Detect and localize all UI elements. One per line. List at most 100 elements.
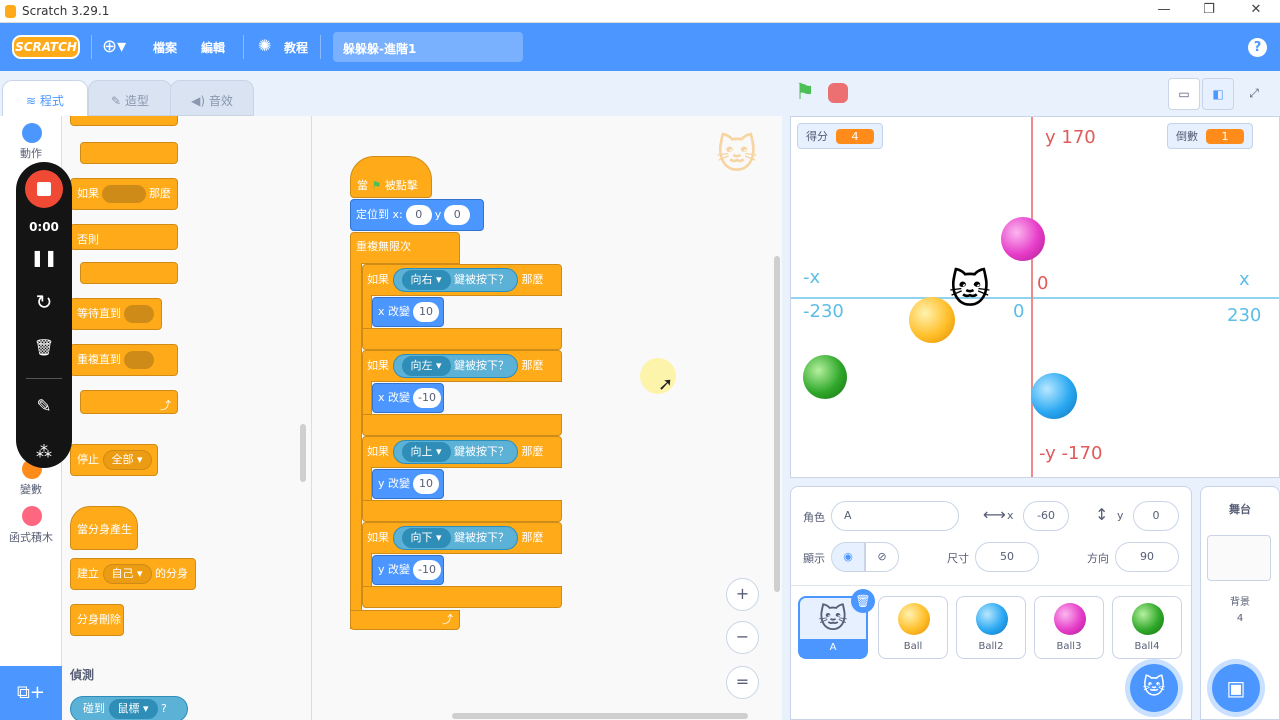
ball2-sprite[interactable] — [1031, 373, 1077, 419]
myblocks-category[interactable]: 函式積木 — [0, 529, 62, 545]
palette-scrollbar[interactable] — [300, 424, 306, 482]
myblocks-category-dot[interactable] — [22, 506, 42, 526]
edit-menu[interactable]: 編輯 — [201, 39, 225, 56]
close-icon[interactable]: ✕ — [1242, 2, 1270, 20]
variables-category[interactable]: 變數 — [0, 481, 62, 497]
ball4-sprite[interactable] — [803, 355, 847, 399]
goto-x-input[interactable]: 0 — [405, 205, 432, 225]
change-block[interactable]: y 改變 -10 — [372, 555, 444, 585]
large-stage-button[interactable]: ◧ — [1202, 78, 1234, 110]
size-input[interactable]: 50 — [975, 542, 1039, 572]
when-flag-clicked-block[interactable]: 當 ⚑ 被點擊 — [350, 156, 432, 198]
if-header[interactable]: 如果 向右 ▾ 鍵被按下？ 那麼 — [362, 264, 562, 296]
clone-dropdown[interactable]: 自己 ▾ — [102, 564, 152, 584]
key-dropdown[interactable]: 向右 ▾ — [401, 270, 451, 290]
change-block[interactable]: y 改變 10 — [372, 469, 444, 499]
motion-category-dot[interactable] — [22, 123, 42, 143]
forever-block[interactable]: 重複無限次 — [350, 232, 460, 264]
magic-wand-icon[interactable]: ⁂ — [16, 442, 72, 461]
language-globe-icon[interactable]: ⊕▾ — [102, 36, 126, 57]
sprite-tile-ball2[interactable]: Ball2 — [956, 596, 1026, 659]
wait-until-block[interactable]: 等待直到 — [70, 298, 162, 330]
touching-dropdown[interactable]: 鼠標 ▾ — [108, 699, 158, 719]
touching-block[interactable]: 碰到 鼠標 ▾ ? — [70, 696, 188, 720]
cat-sprite[interactable]: 🐱 — [949, 267, 991, 313]
help-icon[interactable]: ? — [1248, 38, 1267, 57]
zoom-out-button[interactable]: − — [726, 621, 759, 654]
change-value-input[interactable]: 10 — [413, 302, 440, 322]
delete-sprite-icon[interactable]: 🗑 — [851, 589, 875, 613]
block-fragment[interactable] — [80, 262, 178, 284]
sprite-x-input[interactable]: -60 — [1023, 501, 1069, 531]
sprite-name-input[interactable]: A — [831, 501, 959, 531]
key-pressed-sensor[interactable]: 向下 ▾ 鍵被按下？ — [392, 526, 519, 550]
create-clone-block[interactable]: 建立 自己 ▾ 的分身 — [70, 558, 196, 590]
tab-costumes[interactable]: ✎ 造型 — [88, 80, 172, 116]
key-pressed-sensor[interactable]: 向右 ▾ 鍵被按下？ — [392, 268, 519, 292]
key-dropdown[interactable]: 向上 ▾ — [401, 442, 451, 462]
restore-icon[interactable]: ❐ — [1195, 2, 1223, 20]
fullscreen-icon[interactable]: ⤢ — [1238, 78, 1270, 110]
key-pressed-sensor[interactable]: 向左 ▾ 鍵被按下？ — [392, 354, 519, 378]
stop-block[interactable]: 停止 全部 ▾ — [70, 444, 158, 476]
block-fragment[interactable] — [80, 142, 178, 164]
stop-record-button[interactable] — [25, 170, 63, 208]
stage-thumbnail[interactable] — [1207, 535, 1271, 581]
goto-y-input[interactable]: 0 — [444, 205, 471, 225]
restart-icon[interactable]: ↻ — [16, 290, 72, 314]
scratch-logo[interactable]: SCRATCH — [12, 35, 80, 59]
repeat-until-block[interactable]: 重複直到 — [70, 344, 178, 376]
tab-code[interactable]: ≋ 程式 — [2, 80, 88, 116]
key-dropdown[interactable]: 向左 ▾ — [401, 356, 451, 376]
hide-eye-icon[interactable]: ⊘ — [865, 542, 899, 572]
sprite-tile-ball4[interactable]: Ball4 — [1112, 596, 1182, 659]
trash-icon[interactable]: 🗑 — [16, 338, 72, 357]
add-sprite-button[interactable]: 🐱 — [1130, 664, 1178, 712]
script-vscrollbar[interactable] — [774, 256, 780, 592]
file-menu[interactable]: 檔案 — [153, 39, 177, 56]
tab-sounds[interactable]: ◀) 音效 — [170, 80, 254, 116]
window-title: Scratch 3.29.1 — [22, 4, 110, 18]
change-value-input[interactable]: 10 — [413, 474, 440, 494]
pause-icon[interactable]: ❚❚ — [16, 248, 72, 267]
stop-sign-button[interactable] — [828, 83, 848, 103]
change-block[interactable]: x 改變 10 — [372, 297, 444, 327]
ball3-sprite[interactable] — [1001, 217, 1045, 261]
script-hscrollbar[interactable] — [452, 713, 748, 719]
if-header[interactable]: 如果 向下 ▾ 鍵被按下？ 那麼 — [362, 522, 562, 554]
zoom-reset-button[interactable]: = — [726, 666, 759, 699]
block-fragment[interactable] — [70, 116, 178, 126]
key-pressed-sensor[interactable]: 向上 ▾ 鍵被按下？ — [392, 440, 519, 464]
green-flag-button[interactable]: ⚑ — [795, 80, 815, 105]
change-value-input[interactable]: -10 — [413, 388, 441, 408]
add-backdrop-button[interactable]: ▣ — [1212, 664, 1260, 712]
small-stage-button[interactable]: ▭ — [1168, 78, 1200, 110]
if-header[interactable]: 如果 向左 ▾ 鍵被按下？ 那麼 — [362, 350, 562, 382]
direction-input[interactable]: 90 — [1115, 542, 1179, 572]
sprite-y-input[interactable]: 0 — [1133, 501, 1179, 531]
motion-category[interactable]: 動作 — [0, 145, 62, 161]
change-value-input[interactable]: -10 — [413, 560, 441, 580]
stage[interactable]: y 170 -y -170 -x -230 x 230 0 0 得分 4 倒數 1 … — [790, 116, 1280, 478]
if-then-block[interactable]: 如果 那麼 — [70, 178, 178, 210]
x-label: x — [1007, 509, 1014, 522]
stop-dropdown[interactable]: 全部 ▾ — [102, 450, 152, 470]
forever-arm — [350, 263, 362, 629]
when-clone-block[interactable]: 當分身產生 — [70, 506, 138, 550]
tutorials-menu[interactable]: 教程 — [284, 39, 308, 56]
if-else-block[interactable]: 否則 — [70, 224, 178, 250]
lightbulb-icon[interactable]: ✺ — [258, 36, 271, 55]
sprite-tile-ball3[interactable]: Ball3 — [1034, 596, 1104, 659]
sprite-tile-ball[interactable]: Ball — [878, 596, 948, 659]
if-header[interactable]: 如果 向上 ▾ 鍵被按下？ 那麼 — [362, 436, 562, 468]
zoom-in-button[interactable]: + — [726, 578, 759, 611]
show-visible-icon[interactable]: ◉ — [831, 542, 865, 572]
key-dropdown[interactable]: 向下 ▾ — [401, 528, 451, 548]
goto-xy-block[interactable]: 定位到 x: 0 y 0 — [350, 199, 484, 231]
change-block[interactable]: x 改變 -10 — [372, 383, 444, 413]
delete-clone-block[interactable]: 分身刪除 — [70, 604, 124, 636]
pen-icon[interactable]: ✎ — [16, 396, 72, 417]
minimize-icon[interactable]: — — [1150, 2, 1178, 20]
project-title-input[interactable]: 躲躲躲-進階1 — [333, 32, 523, 62]
add-extension-button[interactable]: ⧉+ — [0, 666, 62, 720]
